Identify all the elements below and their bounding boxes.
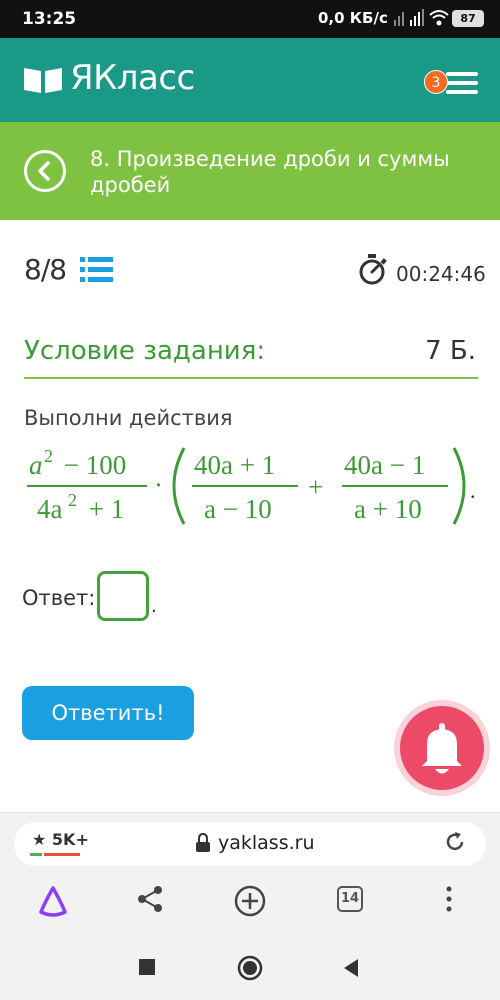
frac3-numerator: 40a − 1 bbox=[344, 450, 425, 480]
signal-icon bbox=[410, 9, 424, 26]
back-button[interactable] bbox=[24, 150, 66, 192]
chevron-left-icon bbox=[38, 161, 50, 181]
site-rating[interactable]: ★ 5K+ bbox=[32, 830, 89, 849]
hamburger-icon[interactable] bbox=[446, 71, 480, 95]
notifications-button[interactable] bbox=[400, 706, 484, 790]
home-icon[interactable] bbox=[237, 955, 263, 981]
condition-label: Условие задания: bbox=[24, 336, 266, 366]
frac1-denominator-coef: 4a bbox=[37, 494, 63, 524]
task-points: 7 Б. bbox=[425, 336, 476, 366]
battery-indicator: 87 bbox=[452, 10, 484, 27]
submit-button[interactable]: Ответить! bbox=[22, 686, 194, 740]
stopwatch-icon bbox=[359, 254, 387, 285]
share-icon[interactable] bbox=[135, 884, 165, 914]
list-icon[interactable] bbox=[80, 256, 114, 284]
lock-icon bbox=[196, 833, 210, 852]
answer-input[interactable] bbox=[97, 571, 149, 621]
frac1-numerator-rest: − 100 bbox=[57, 450, 126, 480]
notification-badge[interactable]: 3 bbox=[424, 70, 448, 94]
logo-text[interactable]: ЯКласс bbox=[70, 58, 195, 98]
signal-off-icon bbox=[394, 12, 404, 26]
answer-label: Ответ: bbox=[22, 586, 96, 610]
frac1-denominator-exp: 2 bbox=[68, 490, 77, 510]
status-time: 13:25 bbox=[22, 9, 77, 29]
frac2-denominator: a − 10 bbox=[204, 494, 272, 524]
tabs-counter[interactable]: 14 bbox=[337, 886, 363, 912]
frac3-denominator: a + 10 bbox=[354, 494, 422, 524]
formula-end-dot: . bbox=[470, 478, 476, 503]
left-parenthesis bbox=[172, 447, 186, 525]
math-formula: a 2 − 100 4a 2 + 1 · 40a + 1 a − 10 + 40… bbox=[27, 446, 476, 525]
rating-bar-good bbox=[30, 853, 42, 856]
bell-icon bbox=[422, 723, 462, 774]
right-parenthesis bbox=[452, 447, 466, 525]
plus-circle-icon[interactable] bbox=[233, 884, 267, 918]
status-bar: 13:25 0,0 КБ/с 87 bbox=[0, 0, 500, 38]
more-vertical-icon[interactable] bbox=[444, 884, 454, 914]
task-instruction: Выполни действия bbox=[24, 406, 233, 430]
lesson-title: 8. Произведение дроби и суммы дробей bbox=[90, 147, 450, 197]
answer-suffix: . bbox=[151, 594, 157, 617]
network-speed: 0,0 КБ/с bbox=[318, 9, 388, 27]
task-timer: 00:24:46 bbox=[396, 262, 486, 286]
condition-divider bbox=[24, 377, 478, 379]
url-domain[interactable]: yaklass.ru bbox=[218, 832, 315, 854]
back-nav-icon[interactable] bbox=[342, 958, 360, 978]
multiply-dot: · bbox=[154, 470, 163, 500]
book-logo-icon bbox=[24, 68, 62, 93]
wifi-icon bbox=[429, 10, 449, 26]
reload-icon[interactable] bbox=[443, 830, 467, 854]
alice-assistant-icon[interactable] bbox=[36, 884, 70, 918]
frac1-numerator-exp: 2 bbox=[44, 446, 53, 466]
plus-sign: + bbox=[308, 472, 323, 502]
recent-apps-icon[interactable] bbox=[139, 959, 155, 975]
task-progress: 8/8 bbox=[24, 253, 67, 286]
frac2-numerator: 40a + 1 bbox=[194, 450, 275, 480]
rating-bar-bad bbox=[44, 853, 80, 856]
frac1-numerator-base: a bbox=[29, 450, 43, 480]
frac1-denominator-rest: + 1 bbox=[82, 494, 124, 524]
